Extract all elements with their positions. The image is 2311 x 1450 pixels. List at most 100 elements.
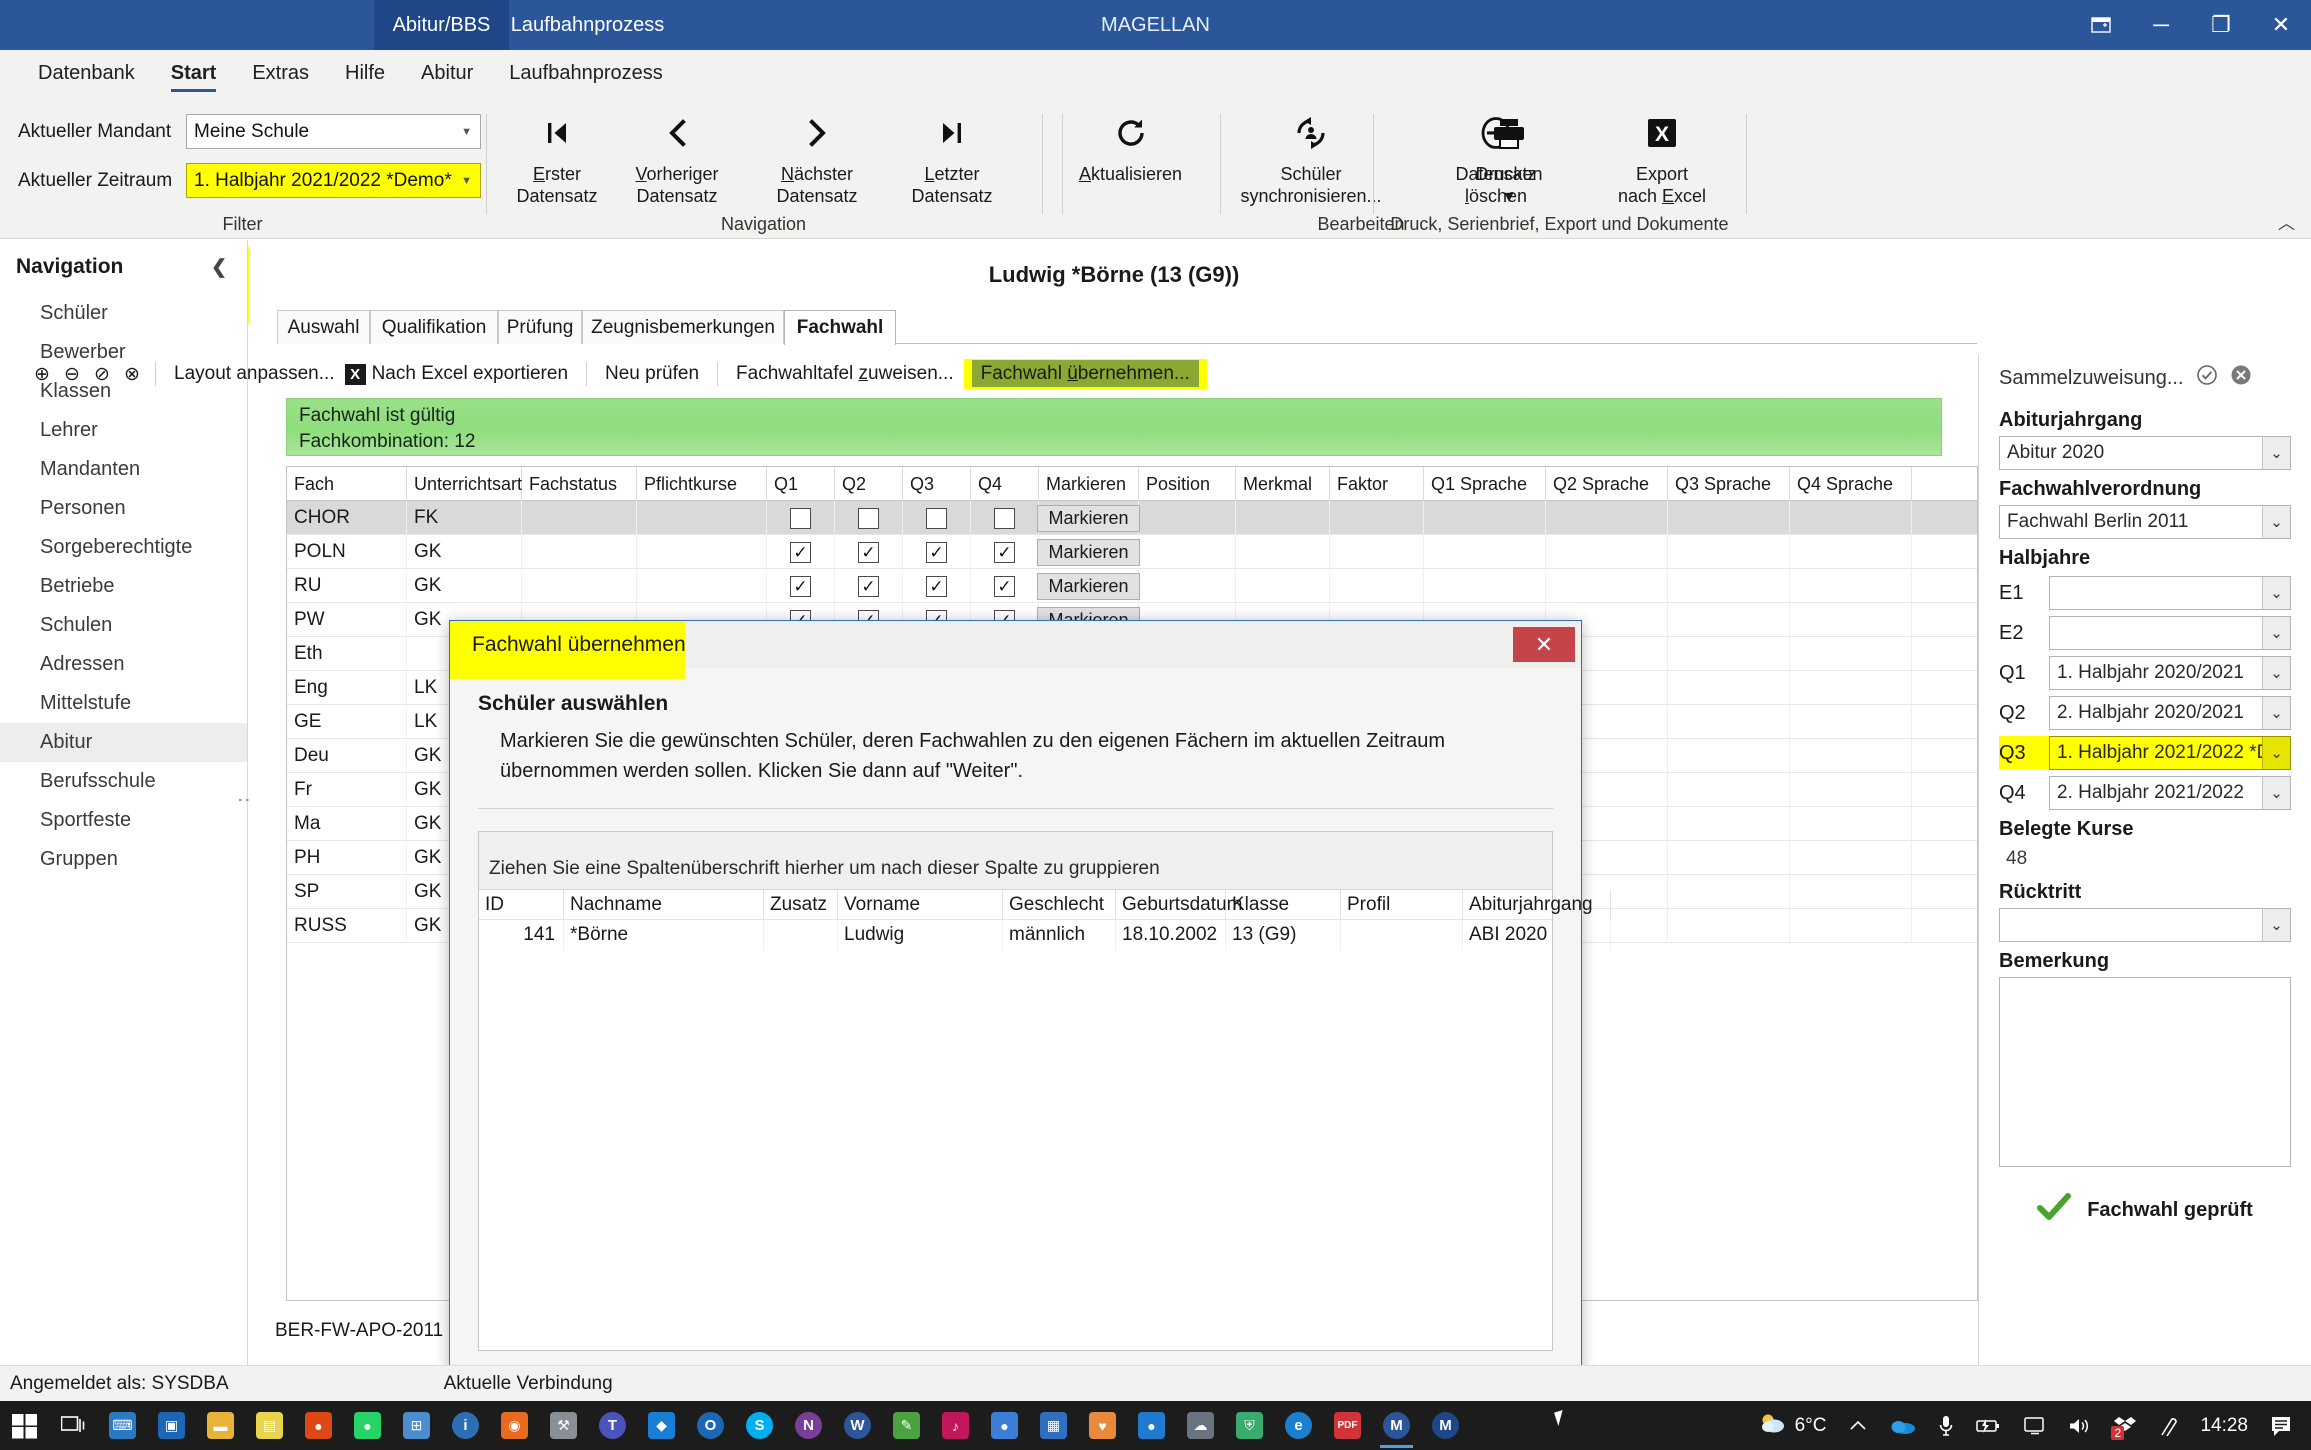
sammelzuweisung-label[interactable]: Sammelzuweisung... [1999,367,2184,390]
chevron-down-icon[interactable]: ⌄ [2262,777,2290,809]
notes-icon[interactable]: ✎ [882,1401,931,1450]
shield-icon[interactable]: ⛨ [1225,1401,1274,1450]
layout-anpassen-button[interactable]: Layout anpassen... [164,363,345,385]
student-row[interactable]: 141 *Börne Ludwig männlich 18.10.2002 13 (G9)… [479,920,1611,950]
grid-column-header-fach[interactable]: Fach [287,467,407,501]
sidebar-item-personen[interactable]: Personen [0,489,247,528]
print-button[interactable]: Drucken ▾ [1434,108,1584,208]
pdf-icon[interactable]: PDF [1323,1401,1372,1450]
student-column-header-id[interactable]: ID [479,890,564,920]
teams-icon[interactable]: T [588,1401,637,1450]
chat-icon[interactable]: ● [980,1401,1029,1450]
calendar-icon[interactable]: ▦ [1029,1401,1078,1450]
checkbox-q2[interactable]: ✓ [858,541,879,563]
export-excel-link[interactable]: Nach Excel exportieren [372,363,578,385]
tool-icon[interactable]: ⚒ [539,1401,588,1450]
display-icon[interactable] [2013,1401,2057,1450]
dropbox-icon[interactable]: ◆ [637,1401,686,1450]
pen-icon[interactable] [2147,1401,2189,1450]
tab-fachwahl[interactable]: Fachwahl [784,310,896,345]
student-column-header-profil[interactable]: Profil [1341,890,1463,920]
student-column-header-nachname[interactable]: Nachname [564,890,764,920]
grid-column-header-faktor[interactable]: Faktor [1330,467,1424,501]
grid-column-header-q2sprache[interactable]: Q2 Sprache [1546,467,1668,501]
student-column-header-geburtsdatum[interactable]: Geburtsdatum [1116,890,1242,920]
halbjahr-combobox-q3[interactable]: 1. Halbjahr 2021/2022 *De ⌄ [2049,736,2291,770]
music-icon[interactable]: ♪ [931,1401,980,1450]
grid-column-header-fachstatus[interactable]: Fachstatus [522,467,637,501]
checkbox-q4[interactable]: ✓ [994,575,1015,597]
print-dropdown-arrow[interactable]: ▾ [1504,186,1513,208]
checkbox-q1[interactable]: ✓ [790,575,811,597]
grid-column-header-markieren[interactable]: Markieren [1039,467,1139,501]
next-record-button[interactable]: Nächster Datensatz [737,108,897,208]
menu-item-abitur[interactable]: Abitur [403,50,491,96]
ubuntu-icon[interactable]: ● [294,1401,343,1450]
grid-column-header-q1sprache[interactable]: Q1 Sprache [1424,467,1546,501]
dropbox-tray-icon[interactable]: 2 [2103,1401,2147,1450]
taskbar-clock[interactable]: 14:28 [2189,1401,2259,1450]
fachwahlverordnung-combobox[interactable]: Fachwahl Berlin 2011 ⌄ [1999,505,2291,539]
bemerkung-textarea[interactable] [1999,977,2291,1167]
grid-column-header-q3[interactable]: Q3 [903,467,971,501]
chevron-down-icon[interactable]: ⌄ [2262,909,2290,941]
onedrive-icon[interactable] [1879,1401,1927,1450]
checkbox-q3[interactable]: ✓ [926,541,947,563]
tab-zeugnisbemerkungen[interactable]: Zeugnisbemerkungen [582,310,784,344]
previous-record-button[interactable]: Vorheriger Datensatz [597,108,757,208]
maps-icon[interactable]: ● [1127,1401,1176,1450]
sidebar-item-lehrer[interactable]: Lehrer [0,411,247,450]
grid-column-header-pflichtkurse[interactable]: Pflichtkurse [637,467,767,501]
table-row[interactable]: CHOR FK Markieren [287,501,1977,535]
checkbox-q3[interactable]: ✓ [926,575,947,597]
sidebar-item-adressen[interactable]: Adressen [0,645,247,684]
check-circle-icon[interactable] [2196,364,2218,392]
sidebar-item-abitur[interactable]: Abitur [0,723,247,762]
grid-column-header-merkmal[interactable]: Merkmal [1236,467,1330,501]
chevron-down-icon[interactable]: ⌄ [2262,506,2290,538]
grid-column-header-q4[interactable]: Q4 [971,467,1039,501]
edge-icon[interactable]: e [1274,1401,1323,1450]
sticky-notes-icon[interactable]: ▤ [245,1401,294,1450]
windows-start-icon[interactable] [0,1401,49,1450]
sidebar-item-sorgeberechtigte[interactable]: Sorgeberechtigte [0,528,247,567]
table-row[interactable]: POLN GK ✓ ✓ ✓ ✓ Markieren [287,535,1977,569]
grid-column-header-position[interactable]: Position [1139,467,1236,501]
heart-icon[interactable]: ♥ [1078,1401,1127,1450]
cancel-icon[interactable]: ⊗ [117,363,147,386]
halbjahr-combobox-e2[interactable]: ⌄ [2049,616,2291,650]
add-icon[interactable]: ⊕ [27,363,57,386]
student-column-header-vorname[interactable]: Vorname [838,890,1003,920]
sidebar-item-mandanten[interactable]: Mandanten [0,450,247,489]
skype-icon[interactable]: S [735,1401,784,1450]
context-tab-abitur-bbs[interactable]: Abitur/BBS [374,0,509,50]
menu-item-start[interactable]: Start [153,50,235,96]
volume-icon[interactable] [2057,1401,2103,1450]
halbjahr-combobox-q1[interactable]: 1. Halbjahr 2020/2021 ⌄ [2049,656,2291,690]
zeitraum-combobox[interactable]: 1. Halbjahr 2021/2022 *Demo* ▼ [186,163,481,198]
cloud-icon[interactable]: ☁ [1176,1401,1225,1450]
sidebar-item-schulen[interactable]: Schulen [0,606,247,645]
sidebar-item-betriebe[interactable]: Betriebe [0,567,247,606]
tab-qualifikation[interactable]: Qualifikation [370,310,498,344]
grid-column-header-q1[interactable]: Q1 [767,467,835,501]
checkbox-q1[interactable] [790,507,811,529]
chevron-down-icon[interactable]: ⌄ [2262,657,2290,689]
word-icon[interactable]: W [833,1401,882,1450]
chevron-down-icon[interactable]: ⌄ [2262,577,2290,609]
photos-icon[interactable]: ▣ [147,1401,196,1450]
student-column-header-abiturjahrgang[interactable]: Abiturjahrgang [1463,890,1611,920]
onenote-icon[interactable]: N [784,1401,833,1450]
export-excel-button[interactable]: X Export nach Excel [1572,108,1752,208]
chevron-up-icon[interactable]: ︿ [2278,209,2295,234]
sidebar-item-gruppen[interactable]: Gruppen [0,840,247,879]
menu-item-hilfe[interactable]: Hilfe [327,50,403,96]
menu-item-extras[interactable]: Extras [234,50,327,96]
chevron-left-icon[interactable]: ❮ [211,256,227,279]
halbjahr-combobox-q2[interactable]: 2. Halbjahr 2020/2021 ⌄ [2049,696,2291,730]
markieren-button[interactable]: Markieren [1037,504,1140,532]
checkbox-q1[interactable]: ✓ [790,541,811,563]
microphone-icon[interactable] [1927,1401,1965,1450]
restore-down-icon[interactable] [2071,0,2131,50]
checkbox-q4[interactable] [994,507,1015,529]
